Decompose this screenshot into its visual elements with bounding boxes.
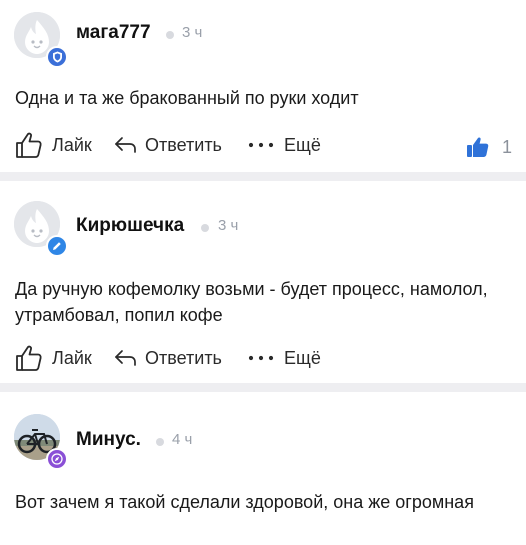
like-label: Лайк xyxy=(52,347,92,368)
reply-arrow-icon xyxy=(115,137,136,153)
username[interactable]: Кирюшечка xyxy=(76,215,184,237)
badge xyxy=(46,235,68,257)
divider xyxy=(0,383,526,392)
timestamp: 3 ч xyxy=(182,24,203,41)
like-label: Лайк xyxy=(52,134,92,155)
thumbs-up-icon xyxy=(16,132,42,158)
separator-dot xyxy=(201,224,209,232)
avatar[interactable] xyxy=(14,414,68,470)
badge xyxy=(46,448,68,470)
reply-arrow-icon xyxy=(115,350,136,366)
like-count: 1 xyxy=(502,136,513,157)
thumbs-up-icon xyxy=(16,345,42,371)
avatar[interactable] xyxy=(14,12,68,68)
separator-dot xyxy=(156,438,164,446)
comment-item: Минус. 4 ч Вот зачем я такой сделали здо… xyxy=(0,392,526,545)
compass-icon xyxy=(51,453,63,465)
like-button[interactable]: Лайк xyxy=(14,130,92,160)
more-dots-icon xyxy=(248,355,274,361)
thumbs-up-filled-icon xyxy=(467,137,489,157)
comments-feed: мага777 3 ч Одна и та же бракованный по … xyxy=(0,0,526,545)
pencil-icon xyxy=(53,242,61,250)
avatar[interactable] xyxy=(14,201,68,257)
more-button[interactable]: Ещё xyxy=(248,343,321,373)
shield-icon xyxy=(52,51,62,63)
badge xyxy=(46,46,68,68)
like-button[interactable]: Лайк xyxy=(14,343,92,373)
comment-item: Кирюшечка 3 ч Да ручную кофемолку возьми… xyxy=(0,181,526,383)
comment-text: Да ручную кофемолку возьми - будет проце… xyxy=(15,279,488,325)
timestamp: 4 ч xyxy=(172,431,193,448)
username[interactable]: Минус. xyxy=(76,429,141,451)
comment-actions: Лайк Ответить Ещё xyxy=(14,343,514,373)
more-label: Ещё xyxy=(284,134,321,155)
comment-text: Вот зачем я такой сделали здоровой, она … xyxy=(15,492,474,512)
more-button[interactable]: Ещё xyxy=(248,130,321,160)
more-label: Ещё xyxy=(284,347,321,368)
reply-button[interactable]: Ответить xyxy=(114,343,222,373)
comment-text: Одна и та же бракованный по руки ходит xyxy=(15,88,359,108)
comment-item: мага777 3 ч Одна и та же бракованный по … xyxy=(0,0,526,172)
comment-actions: Лайк Ответить Ещё xyxy=(14,130,514,160)
like-counter[interactable]: 1 xyxy=(466,132,512,162)
timestamp: 3 ч xyxy=(218,217,239,234)
reply-label: Ответить xyxy=(145,134,222,155)
reply-label: Ответить xyxy=(145,347,222,368)
more-dots-icon xyxy=(248,142,274,148)
separator-dot xyxy=(166,31,174,39)
reply-button[interactable]: Ответить xyxy=(114,130,222,160)
divider xyxy=(0,172,526,181)
username[interactable]: мага777 xyxy=(76,22,151,44)
